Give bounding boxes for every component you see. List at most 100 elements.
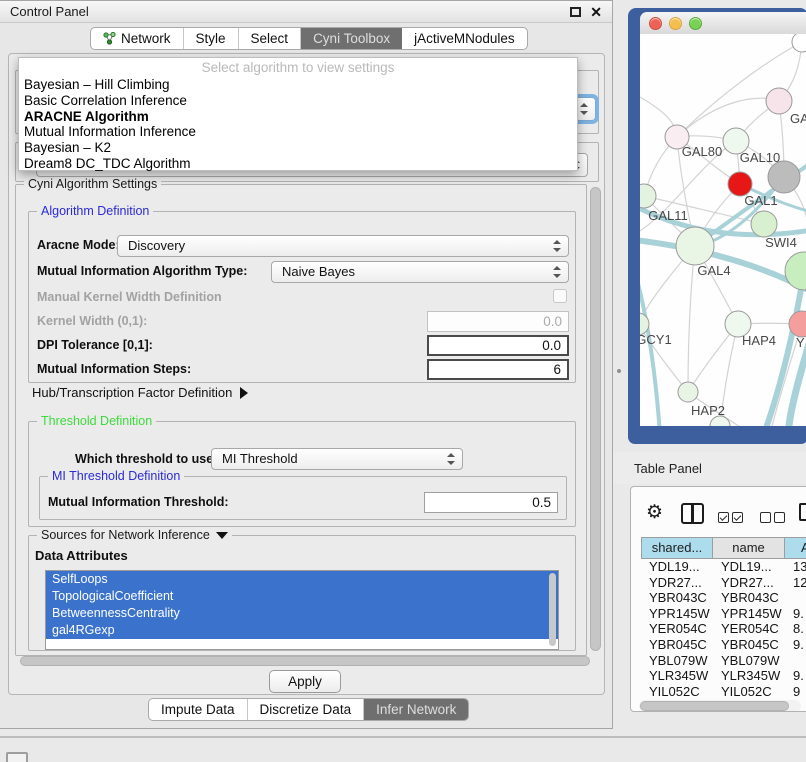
tab-impute-data[interactable]: Impute Data: [149, 699, 248, 720]
attribute-item[interactable]: TopologicalCoefficient: [46, 588, 558, 605]
table-cell: YDR27...: [713, 575, 785, 591]
collapsed-panel-icon[interactable]: [6, 752, 28, 762]
algorithm-option[interactable]: Bayesian – Hill Climbing: [19, 77, 577, 93]
panel-title: Control Panel: [10, 4, 89, 19]
close-light[interactable]: [649, 17, 662, 30]
manual-kernel-checkbox[interactable]: [553, 289, 567, 303]
table-row[interactable]: YER054CYER054C8.: [641, 621, 806, 637]
table-cell: 13: [785, 559, 806, 575]
attribute-item[interactable]: BetweennessCentrality: [46, 605, 558, 622]
column-header[interactable]: shared...: [641, 538, 713, 558]
tab-label: Infer Network: [376, 702, 456, 717]
hub-tf-definition-toggle[interactable]: Hub/Transcription Factor Definition: [32, 385, 248, 400]
zoom-light[interactable]: [689, 17, 702, 30]
gear-icon[interactable]: ⚙: [646, 503, 663, 522]
mi-threshold-definition-group: MI Threshold Definition Mutual Informati…: [39, 476, 567, 520]
table-row[interactable]: YLR345WYLR345W9.: [641, 668, 806, 684]
minimize-light[interactable]: [669, 17, 682, 30]
dpi-tolerance-label: DPI Tolerance [0,1]:: [37, 338, 153, 352]
table-cell: YER054C: [641, 621, 713, 637]
float-panel-icon[interactable]: [570, 7, 581, 17]
network-node[interactable]: [678, 382, 698, 402]
tab-discretize-data[interactable]: Discretize Data: [248, 699, 365, 720]
algorithm-option[interactable]: ARACNE Algorithm: [19, 109, 577, 125]
tab-cyni-toolbox[interactable]: Cyni Toolbox: [301, 28, 402, 49]
apply-button[interactable]: Apply: [269, 670, 341, 693]
table-cell: 9.: [785, 637, 806, 653]
tab-select[interactable]: Select: [239, 28, 302, 49]
mi-threshold-input[interactable]: [424, 492, 558, 513]
threshold-definition-title: Threshold Definition: [37, 414, 156, 428]
settings-vertical-scrollbar[interactable]: [589, 186, 602, 652]
tab-style[interactable]: Style: [184, 28, 239, 49]
algorithm-dropdown-popup: Select algorithm to view settings Bayesi…: [18, 57, 578, 171]
tab-infer-network[interactable]: Infer Network: [364, 699, 468, 720]
aracne-mode-label: Aracne Mode:: [37, 238, 120, 252]
control-panel-tabs: NetworkStyleSelectCyni ToolboxjActiveMNo…: [90, 27, 528, 50]
table-row[interactable]: YBR045CYBR045C9.: [641, 637, 806, 653]
network-canvas[interactable]: GALGAL80GAL10GAL1GAL11SWI4GAL4GCY1HAP4YH…: [640, 34, 806, 426]
aracne-mode-combo[interactable]: Discovery: [117, 235, 569, 257]
network-node[interactable]: [751, 211, 777, 237]
table-horizontal-scrollbar[interactable]: [639, 700, 801, 712]
network-node[interactable]: [785, 252, 806, 290]
sources-group-title[interactable]: Sources for Network Inference: [37, 528, 232, 542]
mi-type-value: Naive Bayes: [282, 264, 355, 279]
close-icon[interactable]: ✕: [590, 5, 602, 19]
dock-divider: [0, 736, 806, 738]
kernel-width-input[interactable]: [427, 311, 569, 332]
attribute-item[interactable]: SelfLoops: [46, 571, 558, 588]
column-header[interactable]: A: [785, 538, 806, 558]
combo-spinner-icon: [580, 103, 588, 115]
network-node[interactable]: [768, 161, 800, 193]
table-cell: YIL052C: [713, 684, 785, 700]
tab-jactivemnodules[interactable]: jActiveMNodules: [402, 28, 527, 49]
which-threshold-label: Which threshold to use:: [75, 452, 217, 466]
settings-group-title: Cyni Algorithm Settings: [24, 177, 161, 191]
which-threshold-combo[interactable]: MI Threshold: [211, 448, 463, 470]
algorithm-option[interactable]: Mutual Information Inference: [19, 124, 577, 140]
table-row[interactable]: YPR145WYPR145W9.: [641, 606, 806, 622]
table-row[interactable]: YDL19...YDL19...13: [641, 559, 806, 575]
table-cell: YDL19...: [713, 559, 785, 575]
node-label: SWI4: [765, 235, 797, 250]
network-icon: [103, 32, 116, 45]
tab-label: Impute Data: [161, 702, 235, 717]
mi-algorithm-type-combo[interactable]: Naive Bayes: [271, 261, 569, 283]
panel-splitter-handle[interactable]: [617, 369, 621, 373]
tab-network[interactable]: Network: [91, 28, 184, 49]
node-label: GAL: [790, 111, 806, 126]
which-threshold-value: MI Threshold: [222, 451, 298, 466]
table-cell: 9.: [785, 668, 806, 684]
table-cell: YPR145W: [713, 606, 785, 622]
table-panel-window: ⚙ shared...nameA YDL19...YDL19...13YDR27…: [630, 486, 806, 712]
network-window-titlebar[interactable]: [640, 12, 806, 34]
select-all-icon[interactable]: [718, 510, 746, 528]
table-cell: 9.: [785, 606, 806, 622]
columns-icon[interactable]: [681, 503, 704, 524]
dpi-tolerance-input[interactable]: [427, 335, 569, 356]
new-table-icon[interactable]: [799, 503, 806, 521]
column-header[interactable]: name: [713, 538, 785, 558]
table-row[interactable]: YDR27...YDR27...12: [641, 575, 806, 591]
node-label: HAP4: [742, 333, 776, 348]
mi-steps-input[interactable]: [427, 359, 569, 380]
table-row[interactable]: YBL079WYBL079W: [641, 653, 806, 669]
table-row[interactable]: YIL052CYIL052C9: [641, 684, 806, 700]
deselect-all-icon[interactable]: [760, 510, 788, 528]
network-node[interactable]: [792, 34, 806, 52]
algorithm-option[interactable]: Dream8 DC_TDC Algorithm: [19, 156, 577, 172]
algorithm-option[interactable]: Bayesian – K2: [19, 140, 577, 156]
table-row[interactable]: YBR043CYBR043C: [641, 590, 806, 606]
network-node[interactable]: [640, 184, 656, 208]
settings-horizontal-scrollbar[interactable]: [19, 655, 591, 667]
attributes-scrollbar[interactable]: [548, 572, 557, 648]
sources-title-text: Sources for Network Inference: [41, 528, 210, 542]
algorithm-option[interactable]: Basic Correlation Inference: [19, 93, 577, 109]
threshold-definition-group: Threshold Definition Which threshold to …: [28, 421, 576, 527]
collapse-arrow-icon: [216, 532, 228, 539]
network-node[interactable]: [766, 88, 792, 114]
attribute-item[interactable]: gal4RGexp: [46, 622, 558, 639]
network-node[interactable]: [676, 227, 714, 265]
table-body: YDL19...YDL19...13YDR27...YDR27...12YBR0…: [641, 559, 806, 700]
